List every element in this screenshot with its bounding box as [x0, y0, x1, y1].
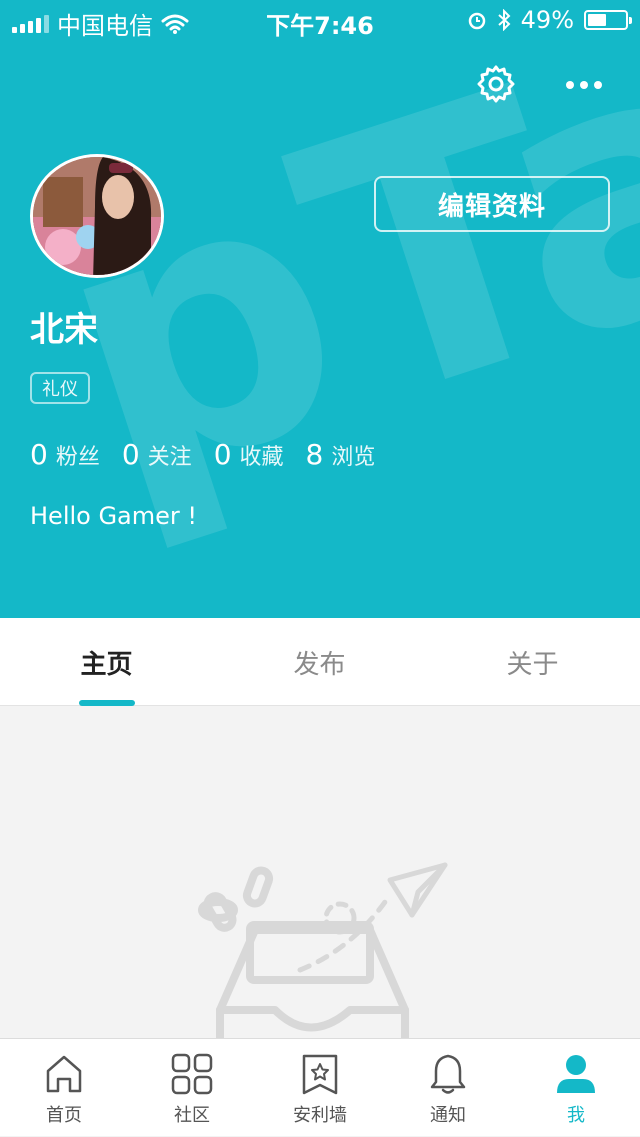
stat-views[interactable]: 8 浏览: [306, 438, 376, 471]
alarm-icon: [468, 12, 485, 30]
nav-label: 首页: [46, 1105, 82, 1126]
stat-label: 关注: [147, 445, 192, 470]
bookmark-star-icon: [302, 1054, 338, 1095]
avatar[interactable]: [30, 154, 164, 278]
bluetooth-icon: [497, 9, 511, 31]
grid-icon: [171, 1053, 213, 1095]
user-tag-badge: 礼仪: [30, 372, 90, 404]
profile-header: pTa 中国电信 下午7:46 49% 编辑资料 北宋 礼仪 0 粉丝 0 关注…: [0, 0, 640, 618]
nav-label: 通知: [430, 1105, 466, 1126]
stat-label: 浏览: [331, 445, 376, 470]
battery-percent: 49%: [520, 6, 574, 34]
stat-value: 8: [305, 438, 324, 471]
tab-about[interactable]: 关于: [426, 618, 639, 706]
stat-label: 收藏: [239, 445, 284, 470]
avatar-image: [33, 157, 161, 275]
status-bar: 中国电信 下午7:46 49%: [0, 0, 640, 40]
user-icon: [557, 1055, 595, 1093]
home-icon: [46, 1055, 82, 1093]
stat-value: 0: [121, 438, 140, 471]
stat-followers[interactable]: 0 粉丝: [30, 438, 100, 471]
active-tab-indicator: [79, 700, 135, 706]
nav-item-me[interactable]: 我: [512, 1039, 640, 1137]
stat-value: 0: [213, 438, 232, 471]
stat-following[interactable]: 0 关注: [122, 438, 192, 471]
bell-icon: [430, 1054, 466, 1094]
nav-item-home[interactable]: 首页: [0, 1039, 128, 1137]
nav-item-notifications[interactable]: 通知: [384, 1039, 512, 1137]
nav-item-anli-wall[interactable]: 安利墙: [256, 1039, 384, 1137]
profile-tabs: 主页 发布 关于: [0, 618, 640, 706]
settings-gear-icon[interactable]: [474, 62, 518, 106]
stat-label: 粉丝: [55, 445, 100, 470]
stat-favorites[interactable]: 0 收藏: [214, 438, 284, 471]
bottom-navigation: 首页 社区 安利墙 通知 我: [0, 1038, 640, 1136]
more-options-icon[interactable]: [562, 70, 606, 100]
battery-icon: [584, 10, 632, 30]
profile-bio: Hello Gamer !: [30, 502, 198, 530]
empty-state-illustration: [198, 862, 448, 1050]
profile-stats: 0 粉丝 0 关注 0 收藏 8 浏览: [30, 438, 375, 471]
stat-value: 0: [30, 438, 48, 471]
edit-profile-button[interactable]: 编辑资料: [374, 176, 610, 232]
nav-label: 社区: [174, 1105, 210, 1126]
tab-home[interactable]: 主页: [0, 618, 213, 706]
nav-label: 我: [567, 1105, 585, 1126]
username: 北宋: [30, 310, 98, 350]
nav-label: 安利墙: [293, 1105, 347, 1126]
tab-posts[interactable]: 发布: [213, 618, 426, 706]
nav-item-community[interactable]: 社区: [128, 1039, 256, 1137]
